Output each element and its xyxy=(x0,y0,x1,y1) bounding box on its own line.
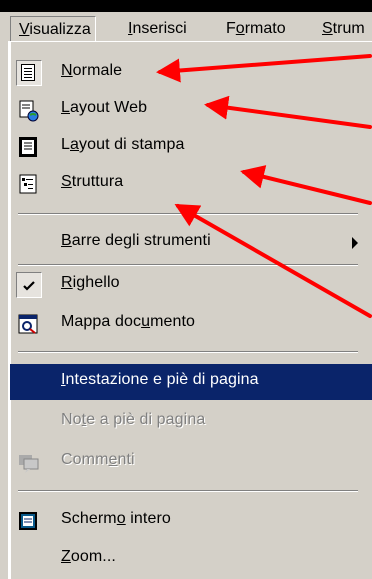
menu-strumenti-key: S xyxy=(322,20,333,37)
comments-icon xyxy=(18,452,39,473)
menu-bar: Visualizza Inserisci Formato Strum xyxy=(0,12,372,43)
menu-item-mappa-documento[interactable]: Mappa documento xyxy=(10,306,372,342)
menu-strumenti-label: trum xyxy=(332,20,365,37)
menu-item-normale-label: Normale xyxy=(61,62,123,79)
submenu-arrow-icon xyxy=(352,237,358,249)
menu-formato-label: rmato xyxy=(244,20,286,37)
menu-visualizza-key: V xyxy=(19,21,30,38)
menu-item-barre-label: Barre degli strumenti xyxy=(61,232,211,249)
separator-3 xyxy=(18,351,358,353)
document-map-icon xyxy=(18,314,38,334)
menu-visualizza-label: isualizza xyxy=(29,21,91,38)
checkmark-icon xyxy=(18,275,38,295)
outline-view-icon xyxy=(18,174,38,194)
menu-left-edge xyxy=(0,41,10,579)
menu-formato[interactable]: Formato xyxy=(226,16,286,42)
menu-item-zoom[interactable]: Zoom... xyxy=(10,541,372,577)
separator-2 xyxy=(18,264,358,266)
menu-item-commenti: Commenti xyxy=(10,444,372,480)
separator-1 xyxy=(18,213,358,215)
menu-item-righello[interactable]: Righello xyxy=(10,267,372,303)
menu-item-mappa-label: Mappa documento xyxy=(61,313,196,330)
menu-item-commenti-label: Commenti xyxy=(61,451,135,468)
separator-4 xyxy=(18,490,358,492)
menu-formato-pre: F xyxy=(226,20,236,37)
menu-item-barre-strumenti[interactable]: Barre degli strumenti xyxy=(10,225,372,261)
menu-item-schermo-intero[interactable]: Schermo intero xyxy=(10,503,372,539)
menu-item-intestazione[interactable]: Intestazione e piè di pagina xyxy=(10,364,372,400)
menu-item-schermo-label: Schermo intero xyxy=(61,510,171,527)
menu-inserisci-label: nserisci xyxy=(132,20,187,37)
menu-item-layout-web[interactable]: Layout Web xyxy=(10,92,372,128)
normal-view-icon xyxy=(18,63,38,83)
menu-item-layout-stampa[interactable]: Layout di stampa xyxy=(10,129,372,165)
window-top-strip xyxy=(0,0,372,12)
menu-item-intestazione-label: Intestazione e piè di pagina xyxy=(61,371,259,388)
menu-inserisci[interactable]: Inserisci xyxy=(128,16,187,42)
menu-item-note: Note a piè di pagina xyxy=(10,404,372,440)
web-layout-icon xyxy=(18,100,39,122)
menu-item-struttura-label: Struttura xyxy=(61,173,124,190)
menu-item-layout-stampa-label: Layout di stampa xyxy=(61,136,185,153)
menu-item-zoom-label: Zoom... xyxy=(61,548,116,565)
menu-item-normale[interactable]: Normale xyxy=(10,55,372,91)
menu-item-struttura[interactable]: Struttura xyxy=(10,166,372,202)
menu-item-righello-label: Righello xyxy=(61,274,120,291)
menu-item-note-label: Note a piè di pagina xyxy=(61,411,206,428)
menu-visualizza[interactable]: Visualizza xyxy=(10,16,96,43)
print-layout-icon xyxy=(18,137,38,157)
menu-formato-key: o xyxy=(235,20,245,37)
menu-item-layout-web-label: Layout Web xyxy=(61,99,148,116)
full-screen-icon xyxy=(18,511,38,531)
menu-strumenti[interactable]: Strum xyxy=(322,16,365,42)
